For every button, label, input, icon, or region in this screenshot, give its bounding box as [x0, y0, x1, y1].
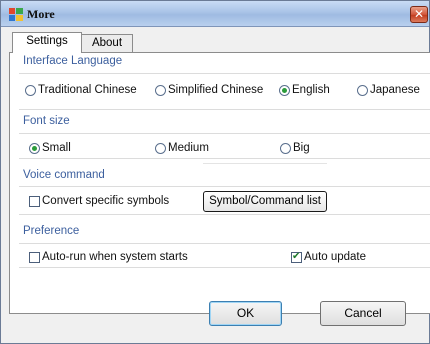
radio-indicator	[357, 84, 368, 96]
divider	[19, 186, 430, 187]
divider	[19, 73, 430, 74]
radio-font-small[interactable]: Small	[29, 142, 71, 154]
radio-indicator-selected	[279, 84, 290, 96]
checkbox-auto-update[interactable]: Auto update	[291, 251, 366, 263]
divider	[19, 158, 430, 159]
settings-panel: Interface Language Traditional Chinese S…	[9, 52, 430, 314]
checkbox-indicator	[29, 195, 40, 207]
divider	[19, 109, 430, 110]
radio-label: Simplified Chinese	[168, 84, 264, 96]
radio-font-medium[interactable]: Medium	[155, 142, 209, 154]
radio-indicator-selected	[29, 142, 40, 154]
tab-about[interactable]: About	[81, 34, 133, 53]
radio-label: Traditional Chinese	[38, 84, 137, 96]
divider	[19, 267, 430, 268]
title-bar: More ✕	[1, 1, 429, 27]
divider	[19, 243, 430, 244]
section-title-voice-command: Voice command	[23, 169, 105, 181]
radio-font-big[interactable]: Big	[280, 142, 310, 154]
checkbox-label: Auto-run when system starts	[42, 251, 188, 263]
window-title: More	[27, 7, 55, 21]
section-title-preference: Preference	[23, 225, 80, 237]
close-icon: ✕	[413, 7, 425, 21]
checkbox-auto-run[interactable]: Auto-run when system starts	[29, 251, 188, 263]
radio-indicator	[25, 84, 36, 96]
app-logo-icon	[9, 8, 23, 21]
dialog-window: More ✕ Settings About Interface Language…	[0, 0, 430, 344]
radio-traditional-chinese[interactable]: Traditional Chinese	[25, 84, 137, 96]
divider	[19, 133, 430, 134]
radio-label: Japanese	[370, 84, 420, 96]
radio-simplified-chinese[interactable]: Simplified Chinese	[155, 84, 263, 96]
tab-settings[interactable]: Settings	[12, 32, 82, 53]
cancel-button[interactable]: Cancel	[320, 301, 406, 326]
symbol-command-list-button[interactable]: Symbol/Command list	[203, 191, 327, 212]
checkbox-convert-symbols[interactable]: Convert specific symbols	[29, 195, 169, 207]
section-title-font-size: Font size	[23, 115, 70, 127]
dialog-client-area: Settings About Interface Language Tradit…	[4, 28, 430, 342]
radio-label: English	[292, 84, 330, 96]
checkbox-label: Auto update	[304, 251, 367, 263]
radio-label: Medium	[168, 142, 209, 154]
radio-label: Big	[293, 142, 310, 154]
close-button[interactable]: ✕	[410, 6, 428, 23]
checkbox-indicator-checked	[291, 251, 302, 263]
section-title-interface-language: Interface Language	[23, 55, 123, 67]
divider	[203, 163, 327, 164]
radio-english[interactable]: English	[279, 84, 330, 96]
radio-label: Small	[42, 142, 71, 154]
radio-japanese[interactable]: Japanese	[357, 84, 420, 96]
ok-button[interactable]: OK	[209, 301, 282, 326]
radio-indicator	[155, 84, 166, 96]
checkbox-indicator	[29, 251, 40, 263]
checkbox-label: Convert specific symbols	[42, 195, 170, 207]
radio-indicator	[155, 142, 166, 154]
radio-indicator	[280, 142, 291, 154]
divider	[19, 214, 430, 215]
